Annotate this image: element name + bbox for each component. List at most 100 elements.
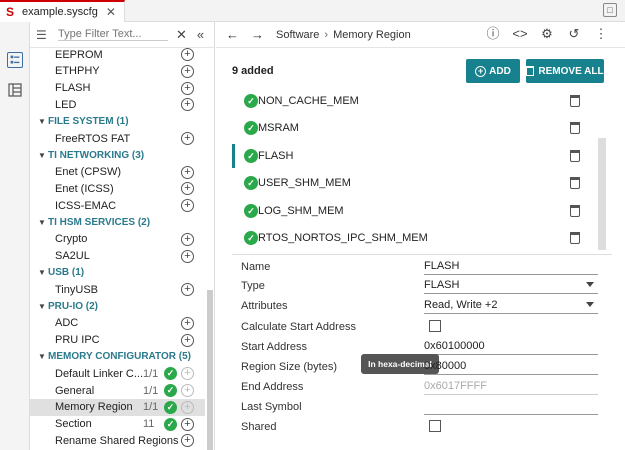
forward-arrow-icon[interactable]: → [251,27,264,42]
tree-item[interactable]: ADC + [30,315,205,332]
tree-item[interactable]: Section 11 ✓ + [30,416,205,433]
shared-checkbox[interactable] [429,420,441,432]
instance-item[interactable]: ✓ RTOS_NORTOS_IPC_SHM_MEM [232,225,607,252]
code-view-icon[interactable]: <> [512,26,528,42]
add-instance-icon[interactable]: + [181,48,194,61]
add-instance-icon[interactable]: + [181,132,194,145]
tree-item-label: LED [55,98,77,111]
chip-icon[interactable]: ⚙ [539,26,555,42]
add-instance-icon: + [181,367,194,381]
tree-scrollbar[interactable] [207,290,213,450]
tree-item[interactable]: TinyUSB + [30,281,205,298]
add-instance-icon[interactable]: + [181,316,194,330]
instance-item[interactable]: ✓ MSRAM [232,115,607,142]
filter-input[interactable] [58,28,168,41]
breadcrumb-software[interactable]: Software [276,29,319,41]
add-instance-icon[interactable]: + [181,249,194,263]
tree-category[interactable]: ▼ TI HSM SERVICES (2) [30,214,205,231]
add-instance-icon[interactable]: + [181,64,194,78]
calc-start-checkbox[interactable] [429,320,441,332]
expand-arrow-icon[interactable]: ▼ [38,302,46,311]
more-menu-icon[interactable]: ⋮ [593,26,609,42]
add-instance-icon[interactable]: + [181,434,194,448]
tree-category[interactable]: ▼ PRU-IO (2) [30,298,205,315]
attributes-select[interactable]: Read, Write +2 [424,297,598,314]
trash-icon[interactable] [570,204,580,217]
instance-list-scrollbar[interactable] [598,138,606,250]
end-address-label: End Address [241,381,304,393]
tree-item[interactable]: Rename Shared Regions + [30,432,205,449]
tree-item[interactable]: General 1/1 ✓ + [30,382,205,399]
instance-item[interactable]: ✓ NON_CACHE_MEM [232,87,607,114]
instance-item[interactable]: ✓ FLASH [232,142,607,169]
tree-item[interactable]: Default Linker C... 1/1 ✓ + [30,365,205,382]
tree-item[interactable]: EEPROM + [30,46,205,63]
add-instance-icon[interactable]: + [181,81,194,95]
remove-all-icon [526,66,535,76]
expand-arrow-icon[interactable]: ▼ [38,352,46,361]
add-instance-icon[interactable]: + [181,182,194,196]
trash-icon[interactable] [570,232,580,244]
expand-arrow-icon[interactable]: ▼ [38,151,46,160]
tree-item[interactable]: SA2UL + [30,248,205,265]
filter-icon[interactable]: ☰ [36,28,50,42]
trash-icon[interactable] [570,122,580,134]
add-instance-icon[interactable]: + [181,199,194,213]
breadcrumb: ← → Software › Memory Region ⓘ <> ⚙ ↺ ⋮ [216,22,625,48]
tree-category[interactable]: ▼ TI NETWORKING (3) [30,147,205,164]
instance-count: 1/1 [143,384,159,397]
type-select[interactable]: FLASH [424,277,598,294]
add-instance-icon[interactable]: + [181,333,194,347]
instance-item[interactable]: ✓ LOG_SHM_MEM [232,197,607,224]
expand-arrow-icon[interactable]: ▼ [38,268,46,277]
file-tab[interactable]: S example.syscfg ✕ [0,0,125,22]
trash-icon[interactable] [570,177,580,189]
tree-item[interactable]: FreeRTOS FAT + [30,130,205,147]
tree-item-label: PRU-IO (2) [48,301,98,312]
tree-item[interactable]: Memory Region 1/1 ✓ + [30,398,205,416]
tree-item[interactable]: FLASH + [30,80,205,97]
start-address-field[interactable]: 0x60100000 [424,338,598,355]
add-instance-icon[interactable]: + [181,98,194,112]
info-icon[interactable]: ⓘ [485,26,501,42]
tree-item[interactable]: Enet (CPSW) + [30,164,205,181]
restore-window-icon[interactable]: □ [603,3,617,17]
expand-arrow-icon[interactable]: ▼ [38,218,46,227]
instance-item[interactable]: ✓ USER_SHM_MEM [232,170,607,197]
tree-item[interactable]: ICSS-EMAC + [30,197,205,214]
last-symbol-field[interactable] [424,398,598,415]
expand-arrow-icon[interactable]: ▼ [38,117,46,126]
close-tab-icon[interactable]: ✕ [106,5,116,19]
tree-item[interactable]: PRU IPC + [30,332,205,349]
add-button[interactable]: + ADD [466,59,520,83]
breadcrumb-memory-region: Memory Region [333,28,411,41]
clear-filter-icon[interactable]: ✕ [176,27,187,43]
main-panel: ← → Software › Memory Region ⓘ <> ⚙ ↺ ⋮ … [216,22,625,450]
back-arrow-icon[interactable]: ← [226,27,239,42]
history-icon[interactable]: ↺ [566,26,582,42]
tree-item[interactable]: Enet (ICSS) + [30,180,205,197]
tree-category[interactable]: ▼ MEMORY CONFIGURATOR (5) [30,348,205,365]
region-size-field[interactable]: 0x80000 [424,358,598,375]
tree-item[interactable]: ETHPHY + [30,63,205,80]
last-symbol-label: Last Symbol [241,401,302,413]
config-view-icon[interactable] [7,52,23,68]
tree-category[interactable]: ▼ FILE SYSTEM (1) [30,113,205,130]
remove-all-button[interactable]: REMOVE ALL [526,59,604,83]
tree-category[interactable]: ▼ USB (1) [30,264,205,281]
trash-icon[interactable] [570,149,580,162]
add-instance-icon[interactable]: + [181,417,194,431]
add-instance-icon[interactable]: + [181,232,194,246]
collapse-panel-icon[interactable]: « [197,27,204,42]
trash-icon[interactable] [570,94,580,107]
instance-name: MSRAM [258,122,299,134]
type-label: Type [241,280,265,292]
add-instance-icon[interactable]: + [181,283,194,297]
prop-type: Type FLASH [241,276,601,296]
tree-item[interactable]: LED + [30,96,205,113]
name-field[interactable]: FLASH [424,258,598,275]
tree-item-label: TI HSM SERVICES (2) [48,217,151,228]
board-view-icon[interactable] [7,82,23,98]
add-instance-icon[interactable]: + [181,165,194,179]
tree-item[interactable]: Crypto + [30,231,205,248]
